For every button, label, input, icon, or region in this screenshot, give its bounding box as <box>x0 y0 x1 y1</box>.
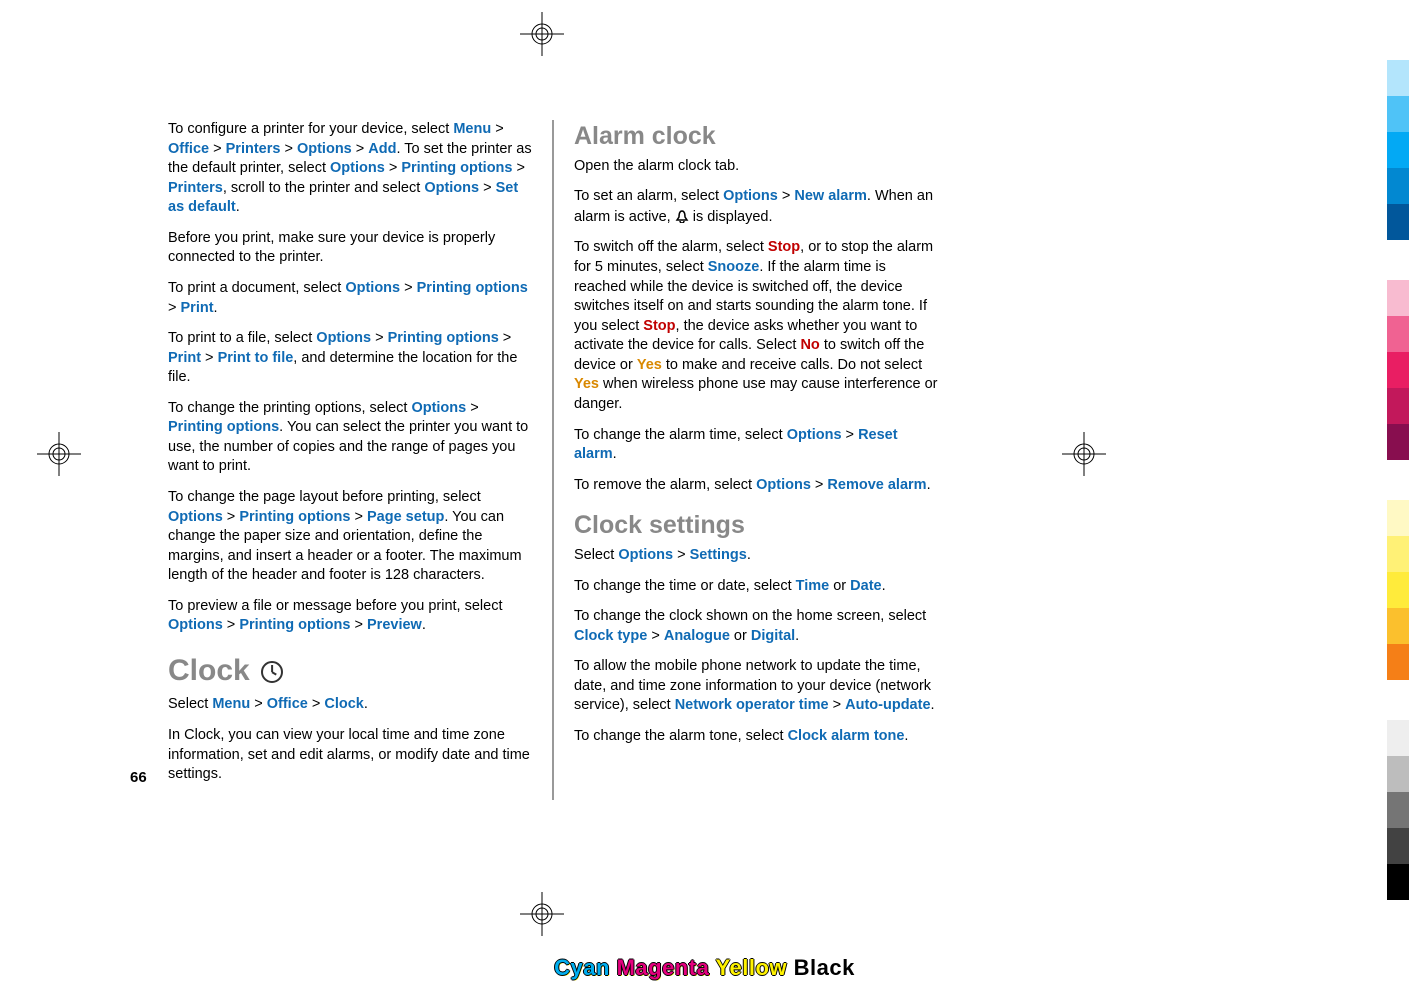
column-divider <box>552 120 554 800</box>
heading-alarm-clock: Alarm clock <box>574 120 938 154</box>
paragraph: To remove the alarm, select Options > Re… <box>574 476 938 496</box>
paragraph: To print to a file, select Options > Pri… <box>168 329 532 388</box>
paragraph: Select Options > Settings. <box>574 546 938 566</box>
paragraph: To configure a printer for your device, … <box>168 120 532 218</box>
paragraph: To allow the mobile phone network to upd… <box>574 657 938 716</box>
paragraph: Before you print, make sure your device … <box>168 229 532 268</box>
paragraph: In Clock, you can view your local time a… <box>168 726 532 785</box>
registration-mark-icon <box>518 890 566 938</box>
paragraph: To preview a file or message before you … <box>168 597 532 636</box>
left-column: To configure a printer for your device, … <box>168 120 532 800</box>
heading-clock: Clock <box>168 651 532 692</box>
color-bar-cyan <box>1387 60 1409 240</box>
paragraph: Open the alarm clock tab. <box>574 157 938 177</box>
page-content: To configure a printer for your device, … <box>168 120 938 800</box>
paragraph: To change the alarm tone, select Clock a… <box>574 727 938 747</box>
cmyk-footer: Cyan Magenta Yellow Black <box>554 953 855 983</box>
paragraph: To change the printing options, select O… <box>168 399 532 477</box>
paragraph: To print a document, select Options > Pr… <box>168 279 532 318</box>
registration-mark-icon <box>35 430 83 478</box>
paragraph: To change the alarm time, select Options… <box>574 426 938 465</box>
registration-mark-icon <box>1060 430 1108 478</box>
paragraph: Select Menu > Office > Clock. <box>168 695 532 715</box>
alarm-active-icon <box>675 209 689 223</box>
paragraph: To switch off the alarm, select Stop, or… <box>574 238 938 414</box>
page-number: 66 <box>130 768 147 788</box>
right-column: Alarm clock Open the alarm clock tab. To… <box>574 120 938 800</box>
registration-mark-icon <box>518 10 566 58</box>
color-bar-magenta <box>1387 280 1409 460</box>
paragraph: To change the clock shown on the home sc… <box>574 607 938 646</box>
paragraph: To change the time or date, select Time … <box>574 577 938 597</box>
color-bar-black <box>1387 720 1409 900</box>
clock-icon <box>261 661 283 683</box>
paragraph: To change the page layout before printin… <box>168 488 532 586</box>
heading-clock-settings: Clock settings <box>574 509 938 543</box>
color-bar-yellow <box>1387 500 1409 680</box>
paragraph: To set an alarm, select Options > New al… <box>574 187 938 227</box>
